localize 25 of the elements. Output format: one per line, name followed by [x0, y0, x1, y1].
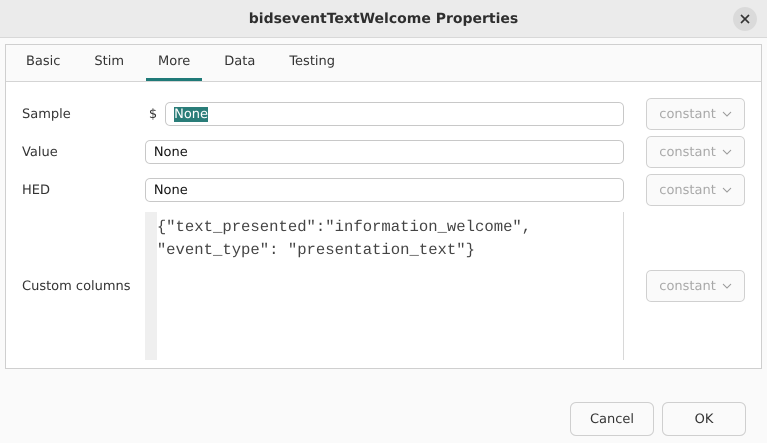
- input-field[interactable]: None: [144, 140, 624, 164]
- chevron-down-icon: [722, 283, 732, 289]
- field-label: Custom columns: [22, 278, 132, 294]
- code-editor[interactable]: {"text_presented":"information_welcome", "event_type": "presentation_text"}: [144, 212, 624, 360]
- field-label: HED: [22, 182, 51, 198]
- tab[interactable]: Stim: [82, 45, 136, 81]
- window-title: bidseventTextWelcome Properties: [248, 10, 518, 26]
- chevron-down-icon: [722, 111, 732, 117]
- tab[interactable]: Data: [212, 45, 268, 81]
- field-label: Value: [22, 144, 59, 160]
- input-field[interactable]: None: [144, 178, 624, 202]
- close-button[interactable]: [733, 7, 757, 31]
- input-field[interactable]: None: [165, 102, 624, 126]
- prefix-symbol: $: [148, 106, 158, 122]
- dialog-button[interactable]: OK: [662, 402, 746, 436]
- tab[interactable]: Basic: [14, 45, 72, 81]
- close-icon: [740, 14, 750, 24]
- code-line: "event_type": "presentation_text"}: [156, 240, 476, 261]
- code-line: {"text_presented":"information_welcome",: [156, 217, 532, 238]
- tab[interactable]: Testing: [277, 45, 348, 81]
- chevron-down-icon: [722, 149, 732, 155]
- chevron-down-icon: [722, 187, 732, 193]
- field-label: Sample: [22, 106, 72, 122]
- dialog-button[interactable]: Cancel: [570, 402, 654, 436]
- tab[interactable]: More: [146, 45, 202, 81]
